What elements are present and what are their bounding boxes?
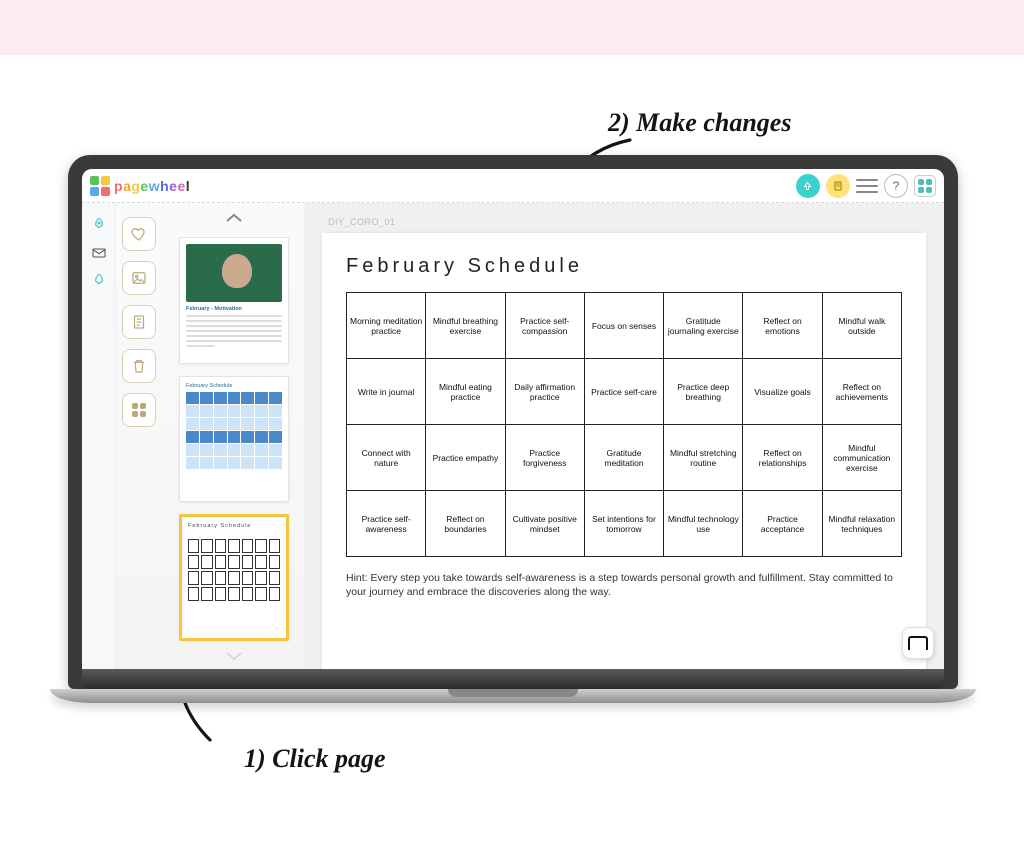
chat-widget[interactable]: [902, 627, 934, 659]
schedule-cell[interactable]: Daily affirmation practice: [505, 359, 584, 425]
page-tool[interactable]: [122, 305, 156, 339]
page-hint-text[interactable]: Hint: Every step you take towards self-a…: [346, 571, 902, 599]
rail-mail-icon[interactable]: [91, 245, 107, 261]
favorite-tool[interactable]: [122, 217, 156, 251]
schedule-cell[interactable]: Reflect on relationships: [743, 425, 822, 491]
schedule-cell[interactable]: Mindful technology use: [664, 491, 743, 557]
schedule-cell[interactable]: Practice self-care: [584, 359, 663, 425]
schedule-cell[interactable]: Connect with nature: [347, 425, 426, 491]
schedule-cell[interactable]: Mindful breathing exercise: [426, 293, 505, 359]
schedule-cell[interactable]: Practice self-compassion: [505, 293, 584, 359]
thumbnail-page-3[interactable]: February Schedule: [179, 514, 289, 641]
brand-logo[interactable]: pagewheel: [90, 176, 190, 196]
thumbnail-title: February - Motivation: [186, 306, 282, 312]
rail-rocket-icon[interactable]: [91, 217, 107, 233]
rail-rocket2-icon[interactable]: [91, 273, 107, 289]
schedule-cell[interactable]: Mindful eating practice: [426, 359, 505, 425]
schedule-cell[interactable]: Gratitude meditation: [584, 425, 663, 491]
schedule-cell[interactable]: Morning meditation practice: [347, 293, 426, 359]
schedule-cell[interactable]: Mindful relaxation techniques: [822, 491, 901, 557]
app-topbar: pagewheel ?: [82, 169, 944, 203]
schedule-cell[interactable]: Visualize goals: [743, 359, 822, 425]
layout-tool[interactable]: [122, 393, 156, 427]
canvas-tab-label: DIY_CORO_01: [322, 215, 926, 233]
schedule-cell[interactable]: Practice acceptance: [743, 491, 822, 557]
schedule-cell[interactable]: Mindful communication exercise: [822, 425, 901, 491]
delete-tool[interactable]: [122, 349, 156, 383]
thumbs-down-button[interactable]: [172, 647, 296, 669]
schedule-cell[interactable]: Focus on senses: [584, 293, 663, 359]
thumbnail3-grid: [188, 539, 280, 601]
schedule-cell[interactable]: Mindful walk outside: [822, 293, 901, 359]
thumbnail-title: February Schedule: [188, 523, 280, 529]
apps-grid-button[interactable]: [914, 175, 936, 197]
page-thumbnails: February - Motivation February Schedule: [164, 203, 304, 669]
schedule-cell[interactable]: Mindful stretching routine: [664, 425, 743, 491]
page-document[interactable]: February Schedule Morning meditation pra…: [322, 233, 926, 669]
schedule-cell[interactable]: Cultivate positive mindset: [505, 491, 584, 557]
tool-column: [116, 203, 164, 669]
thumbnail-image: [186, 244, 282, 302]
schedule-cell[interactable]: Reflect on emotions: [743, 293, 822, 359]
app-screen: pagewheel ?: [82, 169, 944, 669]
thumbnail-page-2[interactable]: February Schedule: [179, 376, 289, 503]
schedule-cell[interactable]: Practice forgiveness: [505, 425, 584, 491]
schedule-cell[interactable]: Reflect on achievements: [822, 359, 901, 425]
schedule-cell[interactable]: Practice deep breathing: [664, 359, 743, 425]
document-button[interactable]: [826, 174, 850, 198]
editor-canvas[interactable]: DIY_CORO_01 February Schedule Morning me…: [304, 203, 944, 669]
thumbnail-page-1[interactable]: February - Motivation: [179, 237, 289, 364]
left-rail: [82, 203, 116, 669]
brand-name: pagewheel: [114, 178, 190, 194]
thumbnail-title: February Schedule: [186, 383, 282, 389]
laptop-mock: pagewheel ?: [68, 155, 958, 703]
page-header-band: [0, 0, 1024, 55]
thumbs-up-button[interactable]: [172, 209, 296, 231]
thumbnail2-grid: [186, 392, 282, 503]
schedule-cell[interactable]: Practice self-awareness: [347, 491, 426, 557]
schedule-cell[interactable]: Set intentions for tomorrow: [584, 491, 663, 557]
schedule-cell[interactable]: Write in journal: [347, 359, 426, 425]
schedule-cell[interactable]: Gratitude journaling exercise: [664, 293, 743, 359]
pinwheel-icon: [90, 176, 110, 196]
schedule-cell[interactable]: Practice empathy: [426, 425, 505, 491]
schedule-grid[interactable]: Morning meditation practiceMindful breat…: [346, 292, 902, 557]
help-button[interactable]: ?: [884, 174, 908, 198]
image-tool[interactable]: [122, 261, 156, 295]
page-title[interactable]: February Schedule: [346, 255, 902, 278]
schedule-cell[interactable]: Reflect on boundaries: [426, 491, 505, 557]
menu-button[interactable]: [856, 179, 878, 193]
publish-button[interactable]: [796, 174, 820, 198]
